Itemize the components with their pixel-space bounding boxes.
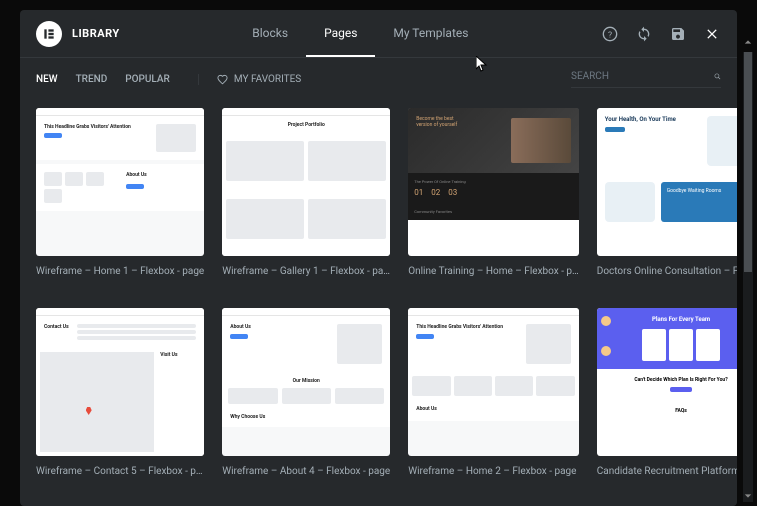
svg-text:?: ? bbox=[608, 30, 612, 40]
elementor-logo bbox=[36, 21, 62, 47]
template-thumb: About Us Our Mission Why Choose Us bbox=[222, 308, 390, 456]
template-card[interactable]: This Headline Grabs Visitors' Attention … bbox=[408, 308, 579, 490]
template-title: Online Training – Home – Flexbox - p… bbox=[408, 266, 579, 277]
template-title: Candidate Recruitment Platform - pa… bbox=[597, 466, 737, 477]
template-thumb: Plans For Every Team Can't Decide Which … bbox=[597, 308, 737, 456]
template-thumb: Become the best version of yourself The … bbox=[408, 108, 579, 256]
search-wrap bbox=[571, 70, 721, 88]
template-thumb: This Headline Grabs Visitors' Attention … bbox=[408, 308, 579, 456]
search-input[interactable] bbox=[571, 71, 704, 82]
scroll-up-icon[interactable] bbox=[744, 38, 752, 46]
scrollbar[interactable] bbox=[743, 52, 753, 502]
filter-trend[interactable]: TREND bbox=[76, 74, 108, 85]
favorites-label: MY FAVORITES bbox=[234, 74, 301, 85]
tab-pages[interactable]: Pages bbox=[306, 10, 375, 57]
close-icon[interactable] bbox=[703, 25, 721, 43]
scroll-down-icon[interactable] bbox=[744, 492, 752, 500]
filter-bar: NEW TREND POPULAR MY FAVORITES bbox=[36, 74, 301, 85]
template-thumb: Project Portfolio bbox=[222, 108, 390, 256]
template-card[interactable]: Become the best version of yourself The … bbox=[408, 108, 579, 290]
header-actions: ? bbox=[601, 25, 721, 43]
filter-new[interactable]: NEW bbox=[36, 74, 58, 85]
my-favorites[interactable]: MY FAVORITES bbox=[198, 74, 301, 85]
tab-blocks[interactable]: Blocks bbox=[234, 10, 306, 57]
tab-my-templates[interactable]: My Templates bbox=[375, 10, 486, 57]
modal-title: LIBRARY bbox=[72, 27, 120, 40]
template-title: Wireframe – Home 2 – Flexbox - page bbox=[408, 466, 579, 477]
search-icon[interactable] bbox=[714, 70, 721, 83]
template-title: Doctors Online Consultation – Flexb… bbox=[597, 266, 737, 277]
header-tabs: Blocks Pages My Templates bbox=[234, 10, 486, 57]
template-card[interactable]: Your Health, On Your Time Goodbye Waitin… bbox=[597, 108, 737, 290]
template-card[interactable]: Plans For Every Team Can't Decide Which … bbox=[597, 308, 737, 490]
filter-popular[interactable]: POPULAR bbox=[125, 74, 170, 85]
template-grid: This Headline Grabs Visitors' Attention … bbox=[20, 100, 737, 506]
template-title: Wireframe – Contact 5 – Flexbox - p… bbox=[36, 466, 204, 477]
scrollbar-thumb[interactable] bbox=[744, 52, 752, 272]
template-title: Wireframe – About 4 – Flexbox - page bbox=[222, 466, 390, 477]
template-card[interactable]: About Us Our Mission Why Choose Us Wiref… bbox=[222, 308, 390, 490]
template-thumb: Your Health, On Your Time Goodbye Waitin… bbox=[597, 108, 737, 256]
save-icon[interactable] bbox=[669, 25, 687, 43]
heart-icon bbox=[217, 74, 228, 85]
template-card[interactable]: Project Portfolio Wireframe – Gallery 1 … bbox=[222, 108, 390, 290]
modal-header: LIBRARY Blocks Pages My Templates ? bbox=[20, 10, 737, 58]
template-title: Wireframe – Home 1 – Flexbox - page bbox=[36, 266, 204, 277]
sync-icon[interactable] bbox=[635, 25, 653, 43]
template-thumb: This Headline Grabs Visitors' Attention … bbox=[36, 108, 204, 256]
help-icon[interactable]: ? bbox=[601, 25, 619, 43]
subheader: NEW TREND POPULAR MY FAVORITES bbox=[20, 58, 737, 100]
template-title: Wireframe – Gallery 1 – Flexbox - pa… bbox=[222, 266, 390, 277]
library-modal: LIBRARY Blocks Pages My Templates ? NEW … bbox=[20, 10, 737, 506]
template-thumb: Contact Us Visit Us bbox=[36, 308, 204, 456]
template-card[interactable]: Contact Us Visit Us Wireframe – Contact … bbox=[36, 308, 204, 490]
template-card[interactable]: This Headline Grabs Visitors' Attention … bbox=[36, 108, 204, 290]
